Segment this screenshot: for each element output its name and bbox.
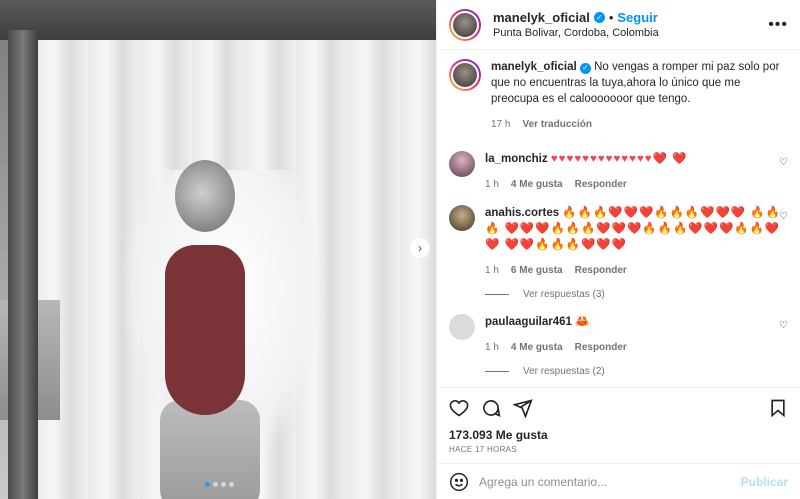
post-timestamp: HACE 17 HORAS: [449, 445, 517, 454]
comment-text: ♥♥♥♥♥♥♥♥♥♥♥♥♥❤️ ❤️: [550, 153, 688, 165]
comment-likes[interactable]: 4 Me gusta: [511, 340, 563, 356]
reply-button[interactable]: Responder: [575, 263, 627, 279]
bookmark-icon[interactable]: [768, 398, 788, 418]
comment-item: paulaaguilar461 🦀 1 h 4 Me gusta Respond…: [449, 314, 788, 356]
wooden-pole: [8, 30, 38, 499]
verified-badge-icon: ✓: [593, 12, 605, 23]
carousel-indicator: [205, 482, 234, 487]
reply-button[interactable]: Responder: [575, 177, 627, 193]
comment-time[interactable]: 1 h: [485, 340, 499, 356]
username-link[interactable]: manelyk_oficial: [493, 10, 590, 25]
view-replies-label: Ver respuestas (2): [523, 366, 605, 377]
chevron-right-icon: ›: [418, 241, 422, 255]
comment-time[interactable]: 1 h: [485, 177, 499, 193]
view-replies-button[interactable]: Ver respuestas (2): [485, 366, 788, 377]
carousel-dot: [229, 482, 234, 487]
view-replies-label: Ver respuestas (3): [523, 289, 605, 300]
head: [175, 160, 235, 232]
carousel-dot: [213, 482, 218, 487]
avatar-placeholder[interactable]: [449, 314, 475, 340]
follow-button[interactable]: Seguir: [617, 10, 657, 25]
comment-input[interactable]: [479, 475, 731, 489]
comment-icon[interactable]: [481, 398, 501, 418]
like-comment-heart-icon[interactable]: ♡: [779, 211, 788, 222]
reply-button[interactable]: Responder: [575, 340, 627, 356]
like-comment-heart-icon[interactable]: ♡: [779, 157, 788, 168]
location-link[interactable]: Punta Bolivar, Cordoba, Colombia: [493, 27, 768, 39]
comment-username[interactable]: paulaaguilar461: [485, 316, 572, 328]
comment-item: anahis.cortes 🔥🔥🔥❤️❤️❤️🔥🔥🔥❤️❤️❤️ 🔥🔥🔥 ❤️❤…: [449, 205, 788, 279]
verified-badge-icon: ✓: [579, 62, 591, 74]
instagram-post-modal: › manelyk_oficial ✓ • Seguir Punta Boliv…: [0, 0, 800, 499]
view-replies-button[interactable]: Ver respuestas (3): [485, 289, 788, 300]
emoji-icon[interactable]: [449, 472, 469, 492]
caption: manelyk_oficial ✓ No vengas a romper mi …: [449, 59, 788, 133]
carousel-next-button[interactable]: ›: [410, 238, 430, 258]
heart-icon[interactable]: [449, 398, 469, 418]
post-footer: 173.093 Me gusta HACE 17 HORAS Publicar: [437, 387, 800, 492]
post-photo[interactable]: ›: [0, 0, 436, 499]
comment-likes[interactable]: 6 Me gusta: [511, 263, 563, 279]
share-icon[interactable]: [513, 398, 533, 418]
avatar[interactable]: [449, 8, 481, 41]
post-sidebar: manelyk_oficial ✓ • Seguir Punta Bolivar…: [436, 0, 800, 499]
add-comment-bar: Publicar: [437, 463, 800, 499]
see-translation-button[interactable]: Ver traducción: [522, 117, 591, 133]
comment-username[interactable]: anahis.cortes: [485, 207, 559, 219]
carousel-dot-active: [205, 482, 210, 487]
separator-dot: •: [608, 10, 614, 25]
publish-button[interactable]: Publicar: [741, 475, 788, 489]
red-swimsuit: [165, 245, 245, 415]
comments-list[interactable]: manelyk_oficial ✓ No vengas a romper mi …: [437, 51, 800, 387]
comment-username[interactable]: la_monchiz: [485, 153, 548, 165]
action-bar: [437, 388, 800, 428]
comment-time[interactable]: 1 h: [485, 263, 499, 279]
more-horizontal-icon[interactable]: •••: [768, 16, 788, 34]
caption-time[interactable]: 17 h: [491, 117, 510, 133]
divider-line: [485, 294, 509, 295]
divider-line: [485, 371, 509, 372]
caption-username[interactable]: manelyk_oficial: [491, 61, 577, 73]
likes-count[interactable]: 173.093 Me gusta: [437, 428, 800, 442]
comment-text: 🦀: [575, 316, 590, 328]
avatar[interactable]: [449, 205, 475, 231]
pergola-beam: [0, 0, 436, 40]
avatar[interactable]: [449, 151, 475, 177]
post-header: manelyk_oficial ✓ • Seguir Punta Bolivar…: [437, 0, 800, 50]
comment-likes[interactable]: 4 Me gusta: [511, 177, 563, 193]
woman-figure: [120, 150, 330, 499]
avatar[interactable]: [449, 59, 481, 91]
carousel-dot: [221, 482, 226, 487]
comment-item: la_monchiz ♥♥♥♥♥♥♥♥♥♥♥♥♥❤️ ❤️ 1 h 4 Me g…: [449, 151, 788, 193]
like-comment-heart-icon[interactable]: ♡: [779, 320, 788, 331]
